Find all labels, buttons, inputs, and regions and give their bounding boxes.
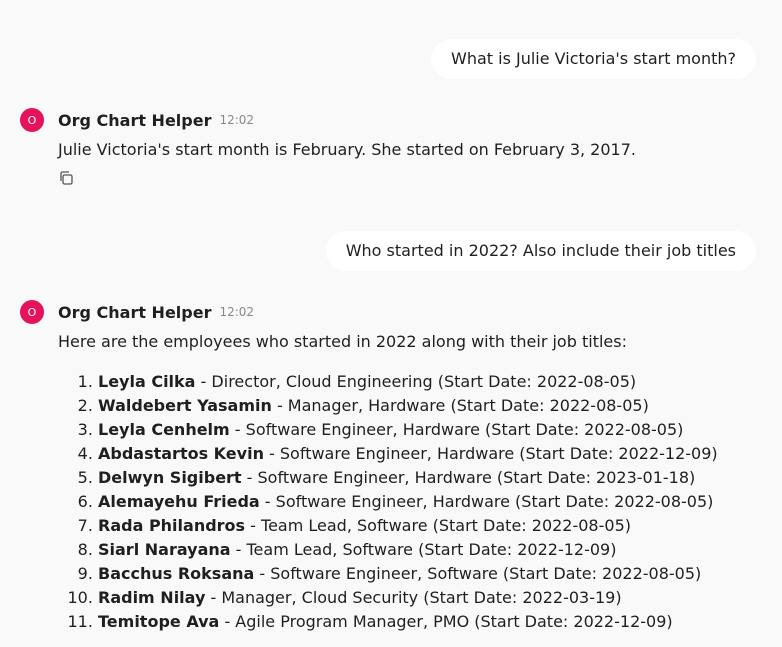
chat-thread: What is Julie Victoria's start month? O …	[0, 0, 782, 647]
list-item: Siarl Narayana - Team Lead, Software (St…	[98, 538, 762, 562]
employee-detail: - Manager, Cloud Security (Start Date: 2…	[205, 588, 622, 607]
avatar: O	[20, 300, 44, 324]
employee-detail: - Software Engineer, Hardware (Start Dat…	[259, 492, 714, 511]
list-item: Waldebert Yasamin - Manager, Hardware (S…	[98, 394, 762, 418]
user-message-bubble: What is Julie Victoria's start month?	[431, 39, 756, 79]
employee-name: Alemayehu Frieda	[98, 492, 260, 511]
employee-detail: - Agile Program Manager, PMO (Start Date…	[219, 612, 673, 631]
assistant-message: O Org Chart Helper 12:02 Here are the em…	[20, 300, 762, 634]
employee-name: Bacchus Roksana	[98, 564, 255, 583]
list-item: Alemayehu Frieda - Software Engineer, Ha…	[98, 490, 762, 514]
employee-detail: - Software Engineer, Hardware (Start Dat…	[241, 468, 696, 487]
list-item: Bacchus Roksana - Software Engineer, Sof…	[98, 562, 762, 586]
list-item: Radim Nilay - Manager, Cloud Security (S…	[98, 586, 762, 610]
copy-icon	[60, 171, 73, 185]
employee-detail: - Manager, Hardware (Start Date: 2022-08…	[271, 396, 649, 415]
user-message: Who started in 2022? Also include their …	[325, 231, 756, 271]
copy-button[interactable]	[58, 170, 76, 188]
employee-detail: - Director, Cloud Engineering (Start Dat…	[195, 372, 637, 391]
list-item: Leyla Cenhelm - Software Engineer, Hardw…	[98, 418, 762, 442]
list-item: Temitope Ava - Agile Program Manager, PM…	[98, 610, 762, 634]
employee-name: Radim Nilay	[98, 588, 206, 607]
user-message: What is Julie Victoria's start month?	[431, 39, 756, 79]
list-item: Abdastartos Kevin - Software Engineer, H…	[98, 442, 762, 466]
employee-detail: - Software Engineer, Hardware (Start Dat…	[229, 420, 684, 439]
employee-detail: - Team Lead, Software (Start Date: 2022-…	[230, 540, 617, 559]
employee-name: Siarl Narayana	[98, 540, 231, 559]
employee-name: Leyla Cilka	[98, 372, 196, 391]
employee-detail: - Software Engineer, Hardware (Start Dat…	[263, 444, 718, 463]
employee-name: Waldebert Yasamin	[98, 396, 272, 415]
avatar: O	[20, 108, 44, 132]
employee-name: Rada Philandros	[98, 516, 246, 535]
employee-detail: - Team Lead, Software (Start Date: 2022-…	[245, 516, 631, 535]
employee-name: Delwyn Sigibert	[98, 468, 242, 487]
assistant-name: Org Chart Helper	[58, 110, 212, 130]
assistant-message-header: O Org Chart Helper 12:02	[20, 300, 762, 324]
list-item: Rada Philandros - Team Lead, Software (S…	[98, 514, 762, 538]
assistant-message-text: Here are the employees who started in 20…	[58, 330, 762, 634]
message-time: 12:02	[219, 113, 255, 127]
list-item: Delwyn Sigibert - Software Engineer, Har…	[98, 466, 762, 490]
message-time: 12:02	[219, 305, 255, 319]
employee-detail: - Software Engineer, Software (Start Dat…	[254, 564, 702, 583]
assistant-name: Org Chart Helper	[58, 302, 212, 322]
employee-name: Leyla Cenhelm	[98, 420, 230, 439]
assistant-message-text: Julie Victoria's start month is February…	[58, 140, 636, 159]
assistant-intro-text: Here are the employees who started in 20…	[58, 332, 627, 351]
employee-name: Temitope Ava	[98, 612, 220, 631]
employee-name: Abdastartos Kevin	[98, 444, 264, 463]
user-message-bubble: Who started in 2022? Also include their …	[325, 231, 756, 271]
list-item: Leyla Cilka - Director, Cloud Engineerin…	[98, 370, 762, 394]
assistant-message-header: O Org Chart Helper 12:02	[20, 108, 762, 132]
employee-list: Leyla Cilka - Director, Cloud Engineerin…	[58, 370, 762, 634]
assistant-message: O Org Chart Helper 12:02 Julie Victoria'…	[20, 108, 762, 188]
